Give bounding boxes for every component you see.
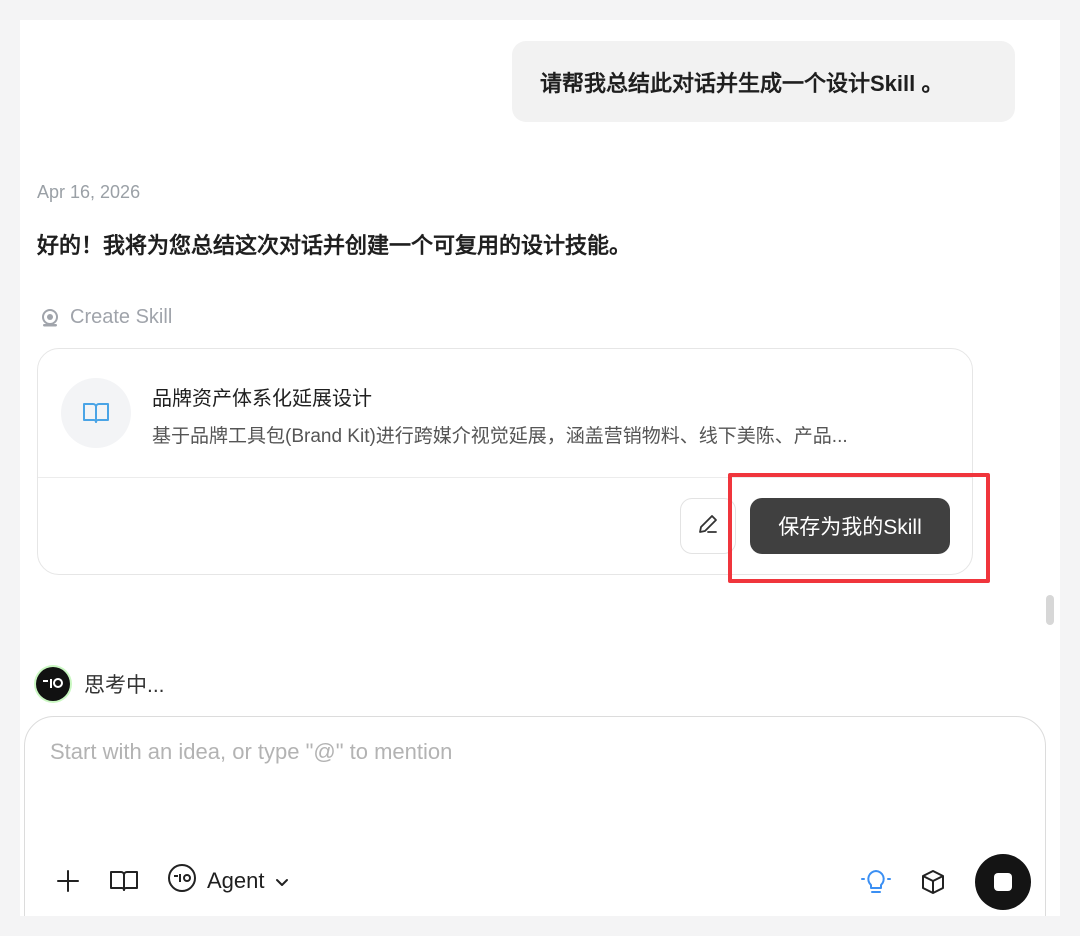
user-message-text: 请帮我总结此对话并生成一个设计Skill 。 xyxy=(540,70,944,96)
thinking-status: 思考中... xyxy=(36,667,165,701)
stop-icon xyxy=(994,873,1012,891)
scrollbar-thumb[interactable] xyxy=(1046,595,1054,625)
highlight-annotation xyxy=(728,473,990,583)
message-composer: Agent xyxy=(24,716,1046,916)
assistant-reply-text: 好的！我将为您总结这次对话并创建一个可复用的设计技能。 xyxy=(37,233,632,258)
plus-icon[interactable] xyxy=(55,868,81,894)
message-input[interactable] xyxy=(50,739,1010,765)
cube-icon[interactable] xyxy=(919,868,947,896)
composer-toolbar-left: Agent xyxy=(55,863,289,899)
agent-face-icon xyxy=(167,863,197,899)
lightbulb-icon[interactable] xyxy=(861,867,891,897)
user-message-bubble: 请帮我总结此对话并生成一个设计Skill 。 xyxy=(512,41,1015,122)
skill-description: 基于品牌工具包(Brand Kit)进行跨媒介视觉延展，涵盖营销物料、线下美陈、… xyxy=(152,426,848,447)
skill-robot-icon xyxy=(40,308,60,328)
skill-title: 品牌资产体系化延展设计 xyxy=(152,388,372,410)
tool-call-name: Create Skill xyxy=(70,306,173,328)
pencil-icon xyxy=(696,512,720,541)
stop-button[interactable] xyxy=(975,854,1031,910)
book-icon[interactable] xyxy=(109,869,139,893)
chevron-down-icon xyxy=(275,868,289,894)
chat-window: 请帮我总结此对话并生成一个设计Skill 。 Apr 16, 2026 好的！我… xyxy=(20,20,1060,916)
book-icon xyxy=(61,378,131,448)
agent-mode-selector[interactable]: Agent xyxy=(167,863,289,899)
message-date: Apr 16, 2026 xyxy=(37,182,141,202)
composer-toolbar-right xyxy=(861,854,1031,910)
agent-label: Agent xyxy=(207,868,265,893)
thinking-label: 思考中... xyxy=(84,674,165,697)
agent-avatar xyxy=(36,667,70,701)
tool-call-label: Create Skill xyxy=(40,306,172,329)
